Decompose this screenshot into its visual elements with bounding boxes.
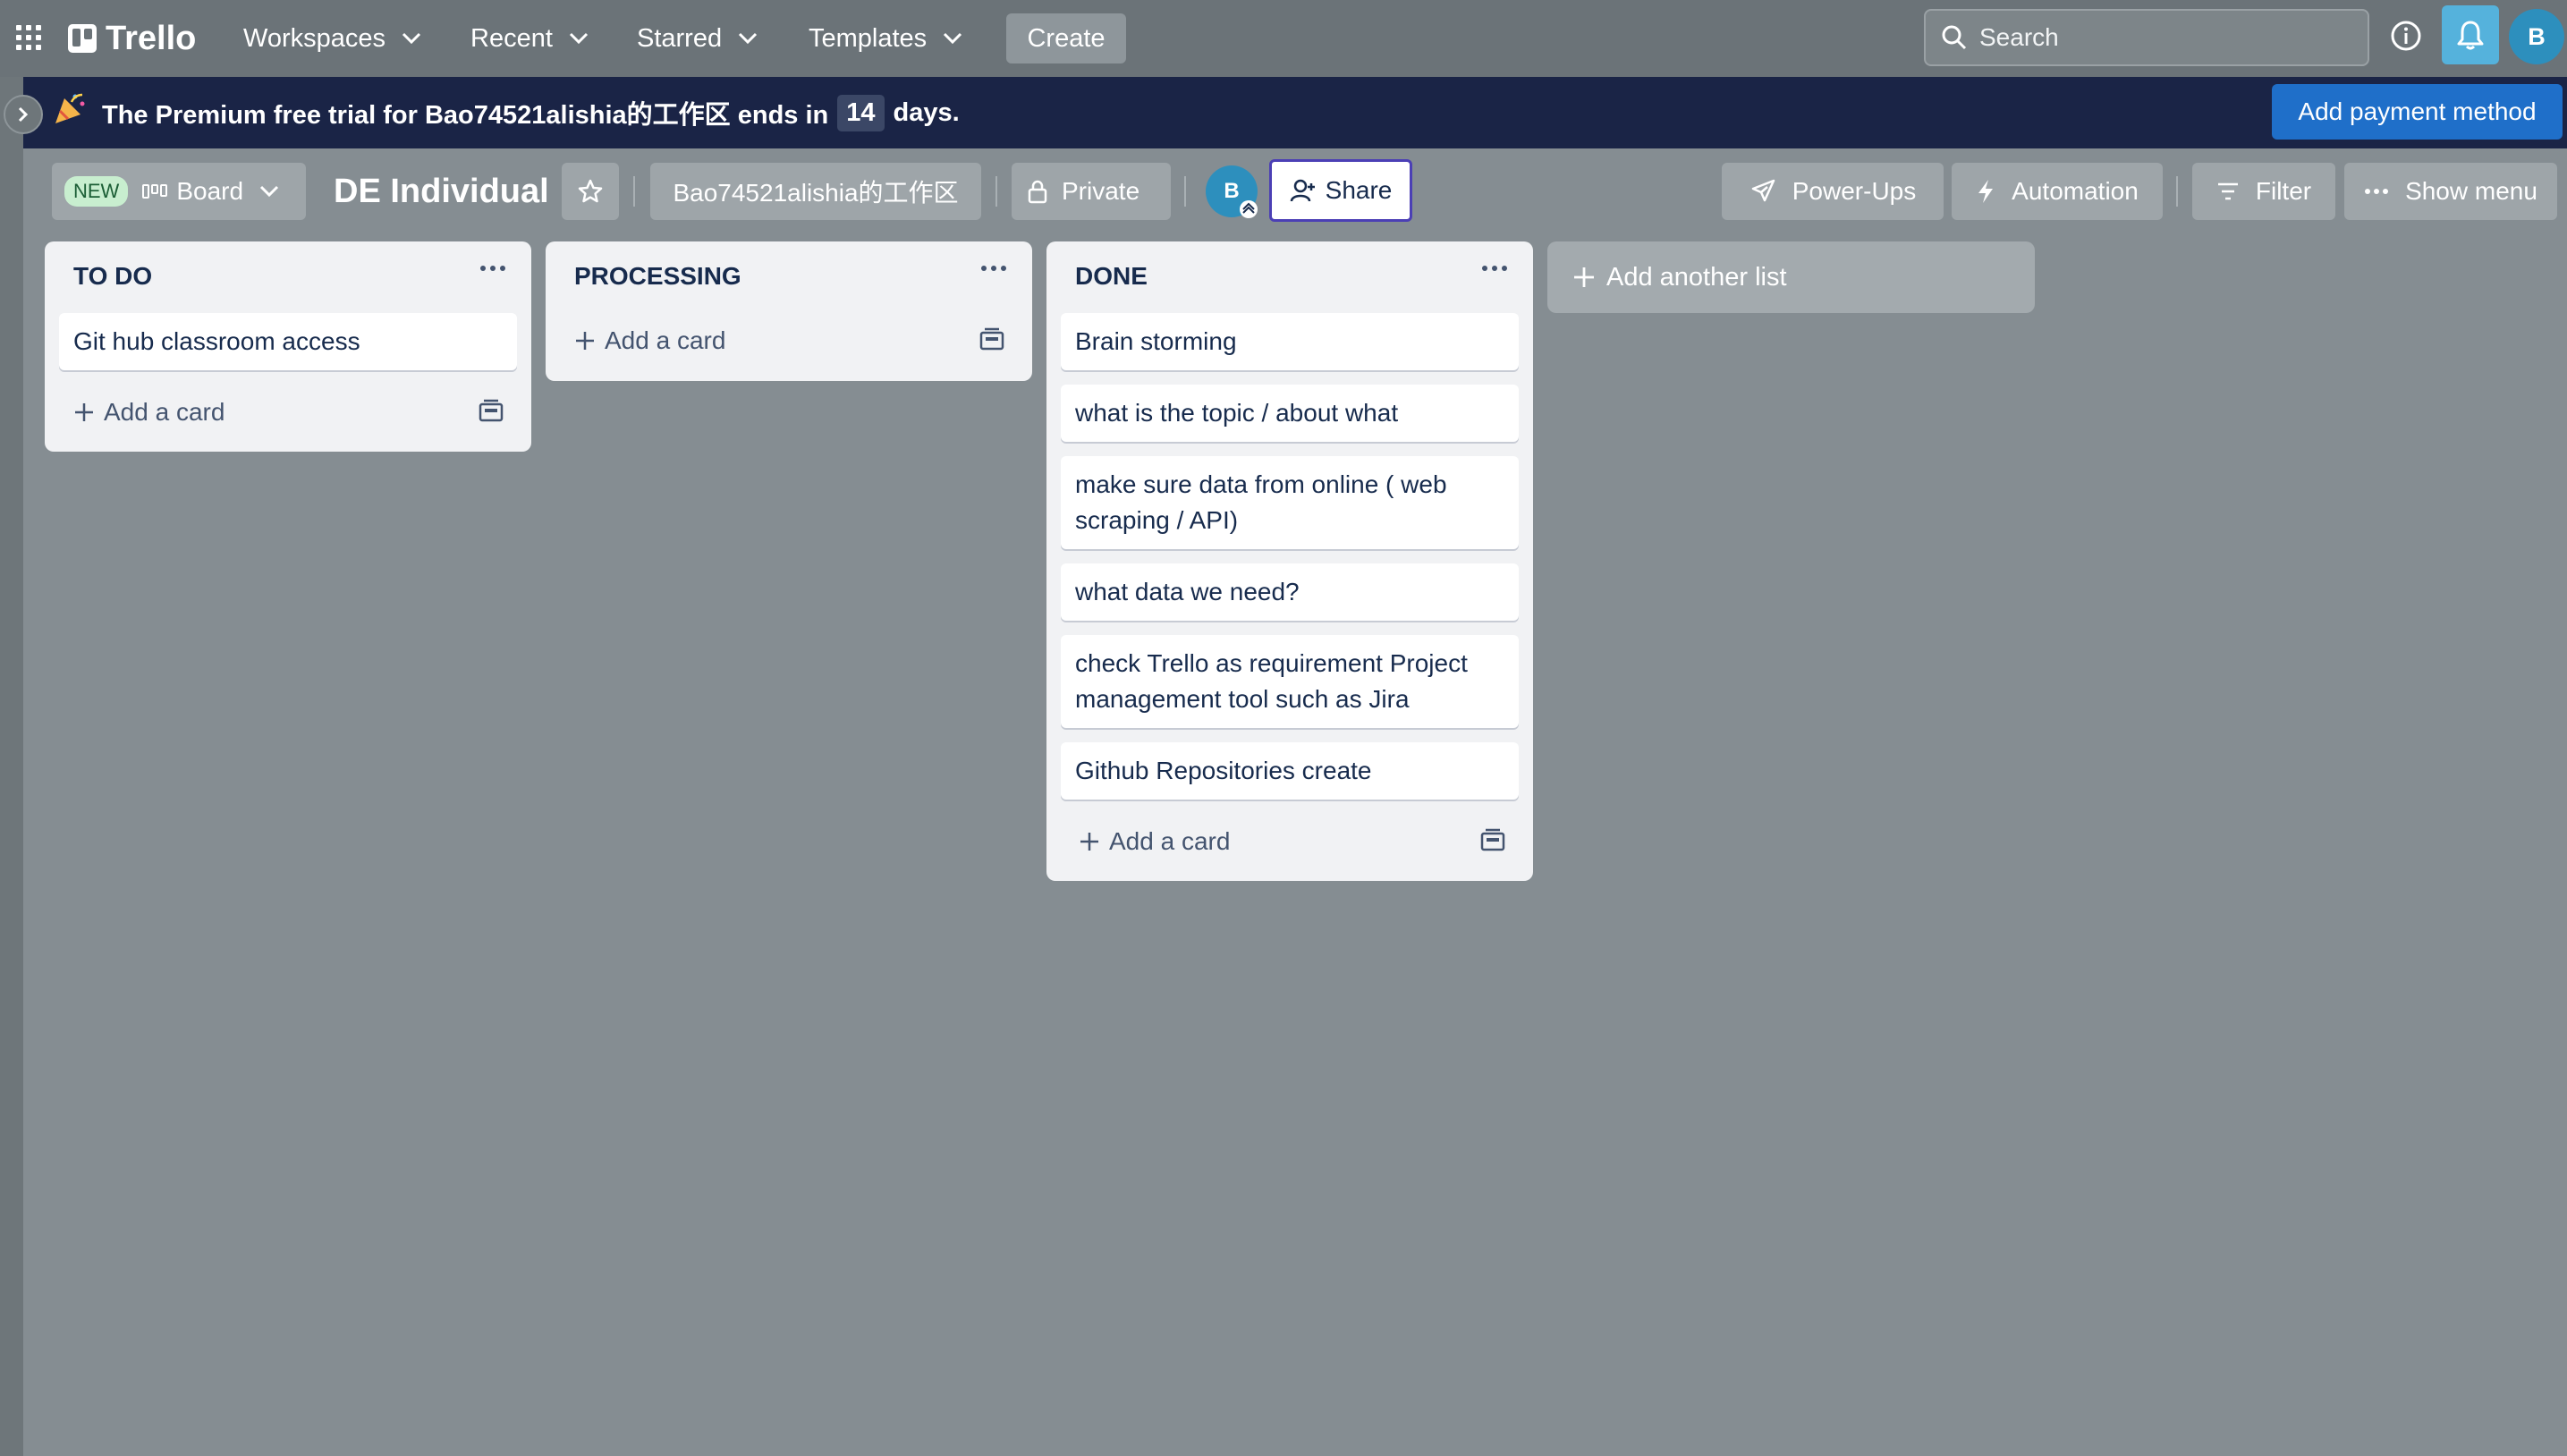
- notifications-button[interactable]: [2442, 5, 2499, 64]
- workspaces-menu[interactable]: Workspaces: [233, 13, 432, 63]
- create-from-template-icon[interactable]: [477, 399, 505, 424]
- workspace-button[interactable]: Bao74521alishia的工作区: [650, 163, 981, 220]
- power-ups-button[interactable]: Power-Ups: [1722, 163, 1944, 220]
- card[interactable]: Git hub classroom access: [59, 313, 517, 370]
- recent-menu[interactable]: Recent: [460, 13, 599, 63]
- chevron-down-icon: [259, 185, 279, 198]
- create-button[interactable]: Create: [1006, 13, 1126, 63]
- workspace-label: Bao74521alishia的工作区: [673, 179, 959, 207]
- templates-label: Templates: [809, 23, 928, 53]
- trial-message-suffix: days.: [893, 97, 960, 127]
- filter-label: Filter: [2255, 177, 2312, 205]
- share-button[interactable]: Share: [1269, 159, 1412, 222]
- chevron-down-icon: [943, 32, 962, 45]
- rocket-icon: [1749, 178, 1776, 205]
- trello-logo-icon: [68, 24, 97, 53]
- trial-message: The Premium free trial for Bao74521alish…: [102, 77, 960, 148]
- workspaces-label: Workspaces: [243, 23, 386, 53]
- party-popper-icon: [52, 91, 88, 127]
- show-menu-label: Show menu: [2405, 177, 2537, 205]
- add-card-button[interactable]: Add a card: [1079, 823, 1230, 860]
- power-ups-label: Power-Ups: [1792, 177, 1917, 205]
- chevron-down-icon: [738, 32, 758, 45]
- create-label: Create: [1027, 23, 1106, 53]
- board-view-switcher[interactable]: NEW Board: [52, 163, 306, 220]
- card[interactable]: what is the topic / about what: [1061, 385, 1519, 442]
- bell-icon: [2456, 20, 2485, 50]
- account-avatar-initial: B: [2528, 22, 2546, 50]
- visibility-button[interactable]: Private: [1012, 163, 1171, 220]
- chevron-right-icon: [17, 106, 30, 123]
- chevron-down-icon: [569, 32, 589, 45]
- board-view-icon: [142, 182, 168, 200]
- board-member-initial: B: [1224, 179, 1240, 203]
- add-payment-method-label: Add payment method: [2298, 97, 2537, 125]
- card[interactable]: make sure data from online ( web scrapin…: [1061, 456, 1519, 549]
- search-placeholder: Search: [1979, 23, 2059, 51]
- list-actions-icon[interactable]: [1481, 265, 1508, 272]
- app-switcher-icon[interactable]: [14, 20, 47, 55]
- admin-badge-icon: [1240, 200, 1258, 218]
- add-card-label: Add a card: [605, 326, 726, 354]
- board-title-text: DE Individual: [334, 172, 549, 210]
- create-from-template-icon[interactable]: [1478, 828, 1507, 853]
- add-card-label: Add a card: [104, 398, 225, 426]
- card[interactable]: Brain storming: [1061, 313, 1519, 370]
- add-card-button[interactable]: Add a card: [574, 322, 725, 360]
- filter-button[interactable]: Filter: [2192, 163, 2335, 220]
- workspace-sidebar-collapsed: [0, 77, 23, 1456]
- add-card-label: Add a card: [1109, 827, 1231, 855]
- plus-icon: [1572, 266, 1596, 289]
- templates-menu[interactable]: Templates: [798, 13, 973, 63]
- add-card-button[interactable]: Add a card: [73, 394, 225, 431]
- card[interactable]: check Trello as requirement Project mana…: [1061, 635, 1519, 728]
- share-label: Share: [1325, 176, 1393, 204]
- trial-days-badge: 14: [837, 94, 885, 131]
- search-icon: [1940, 23, 1969, 52]
- star-icon: [577, 178, 604, 205]
- list-title[interactable]: DONE: [1075, 258, 1148, 295]
- more-horizontal-icon: [2364, 188, 2389, 195]
- search-input[interactable]: Search: [1924, 9, 2369, 66]
- expand-sidebar-button[interactable]: [4, 95, 43, 134]
- info-icon[interactable]: [2390, 20, 2422, 52]
- plus-icon: [574, 330, 596, 351]
- board-title[interactable]: DE Individual: [334, 163, 549, 220]
- card[interactable]: Github Repositories create: [1061, 742, 1519, 800]
- plus-icon: [1079, 831, 1100, 852]
- header-divider: [633, 176, 635, 207]
- board-view-label: Board: [176, 177, 244, 205]
- add-another-list-label: Add another list: [1606, 262, 1787, 292]
- account-avatar[interactable]: B: [2509, 9, 2564, 64]
- card[interactable]: what data we need?: [1061, 563, 1519, 621]
- list-actions-icon[interactable]: [479, 265, 506, 272]
- header-divider: [995, 176, 997, 207]
- list-title[interactable]: TO DO: [73, 258, 152, 295]
- lock-icon: [1028, 179, 1047, 204]
- trello-logo[interactable]: Trello: [68, 16, 196, 61]
- list-actions-icon[interactable]: [980, 265, 1007, 272]
- header-divider: [2176, 176, 2178, 207]
- lightning-icon: [1976, 178, 1995, 205]
- add-another-list-button[interactable]: Add another list: [1547, 241, 2035, 313]
- star-board-button[interactable]: [562, 163, 619, 220]
- starred-menu[interactable]: Starred: [626, 13, 768, 63]
- header-divider: [1184, 176, 1186, 207]
- show-menu-button[interactable]: Show menu: [2344, 163, 2557, 220]
- visibility-label: Private: [1062, 177, 1140, 205]
- recent-label: Recent: [470, 23, 553, 53]
- starred-label: Starred: [637, 23, 723, 53]
- chevron-down-icon: [402, 32, 421, 45]
- list-title[interactable]: PROCESSING: [574, 258, 741, 295]
- automation-label: Automation: [2012, 177, 2139, 205]
- add-payment-method-button[interactable]: Add payment method: [2272, 84, 2563, 140]
- new-badge: NEW: [64, 176, 129, 207]
- trial-message-text: The Premium free trial for Bao74521alish…: [102, 101, 829, 130]
- automation-button[interactable]: Automation: [1952, 163, 2163, 220]
- filter-icon: [2216, 182, 2240, 201]
- trello-logo-text: Trello: [106, 19, 197, 57]
- add-member-icon: [1290, 178, 1317, 203]
- plus-icon: [73, 402, 95, 423]
- create-from-template-icon[interactable]: [978, 327, 1006, 352]
